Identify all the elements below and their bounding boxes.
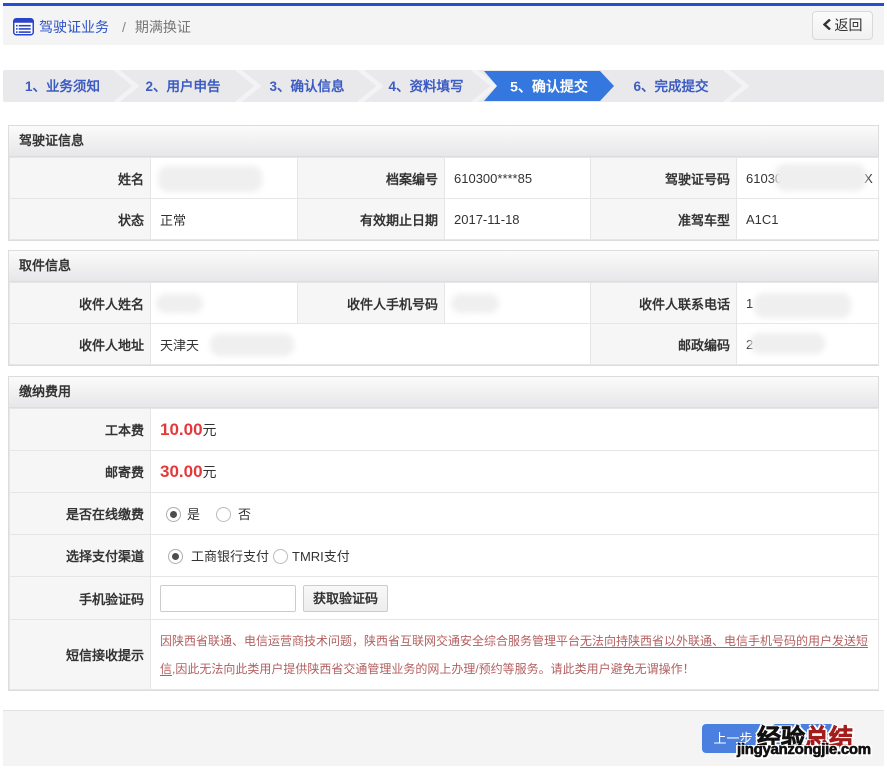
svg-text:2、用户申告: 2、用户申告 bbox=[145, 78, 220, 94]
svg-text:4、资料填写: 4、资料填写 bbox=[388, 78, 463, 94]
svg-text:6、完成提交: 6、完成提交 bbox=[633, 78, 709, 94]
svg-text:3、确认信息: 3、确认信息 bbox=[269, 78, 345, 94]
svg-text:5、确认提交: 5、确认提交 bbox=[510, 79, 588, 95]
svg-text:1、业务须知: 1、业务须知 bbox=[25, 78, 100, 94]
